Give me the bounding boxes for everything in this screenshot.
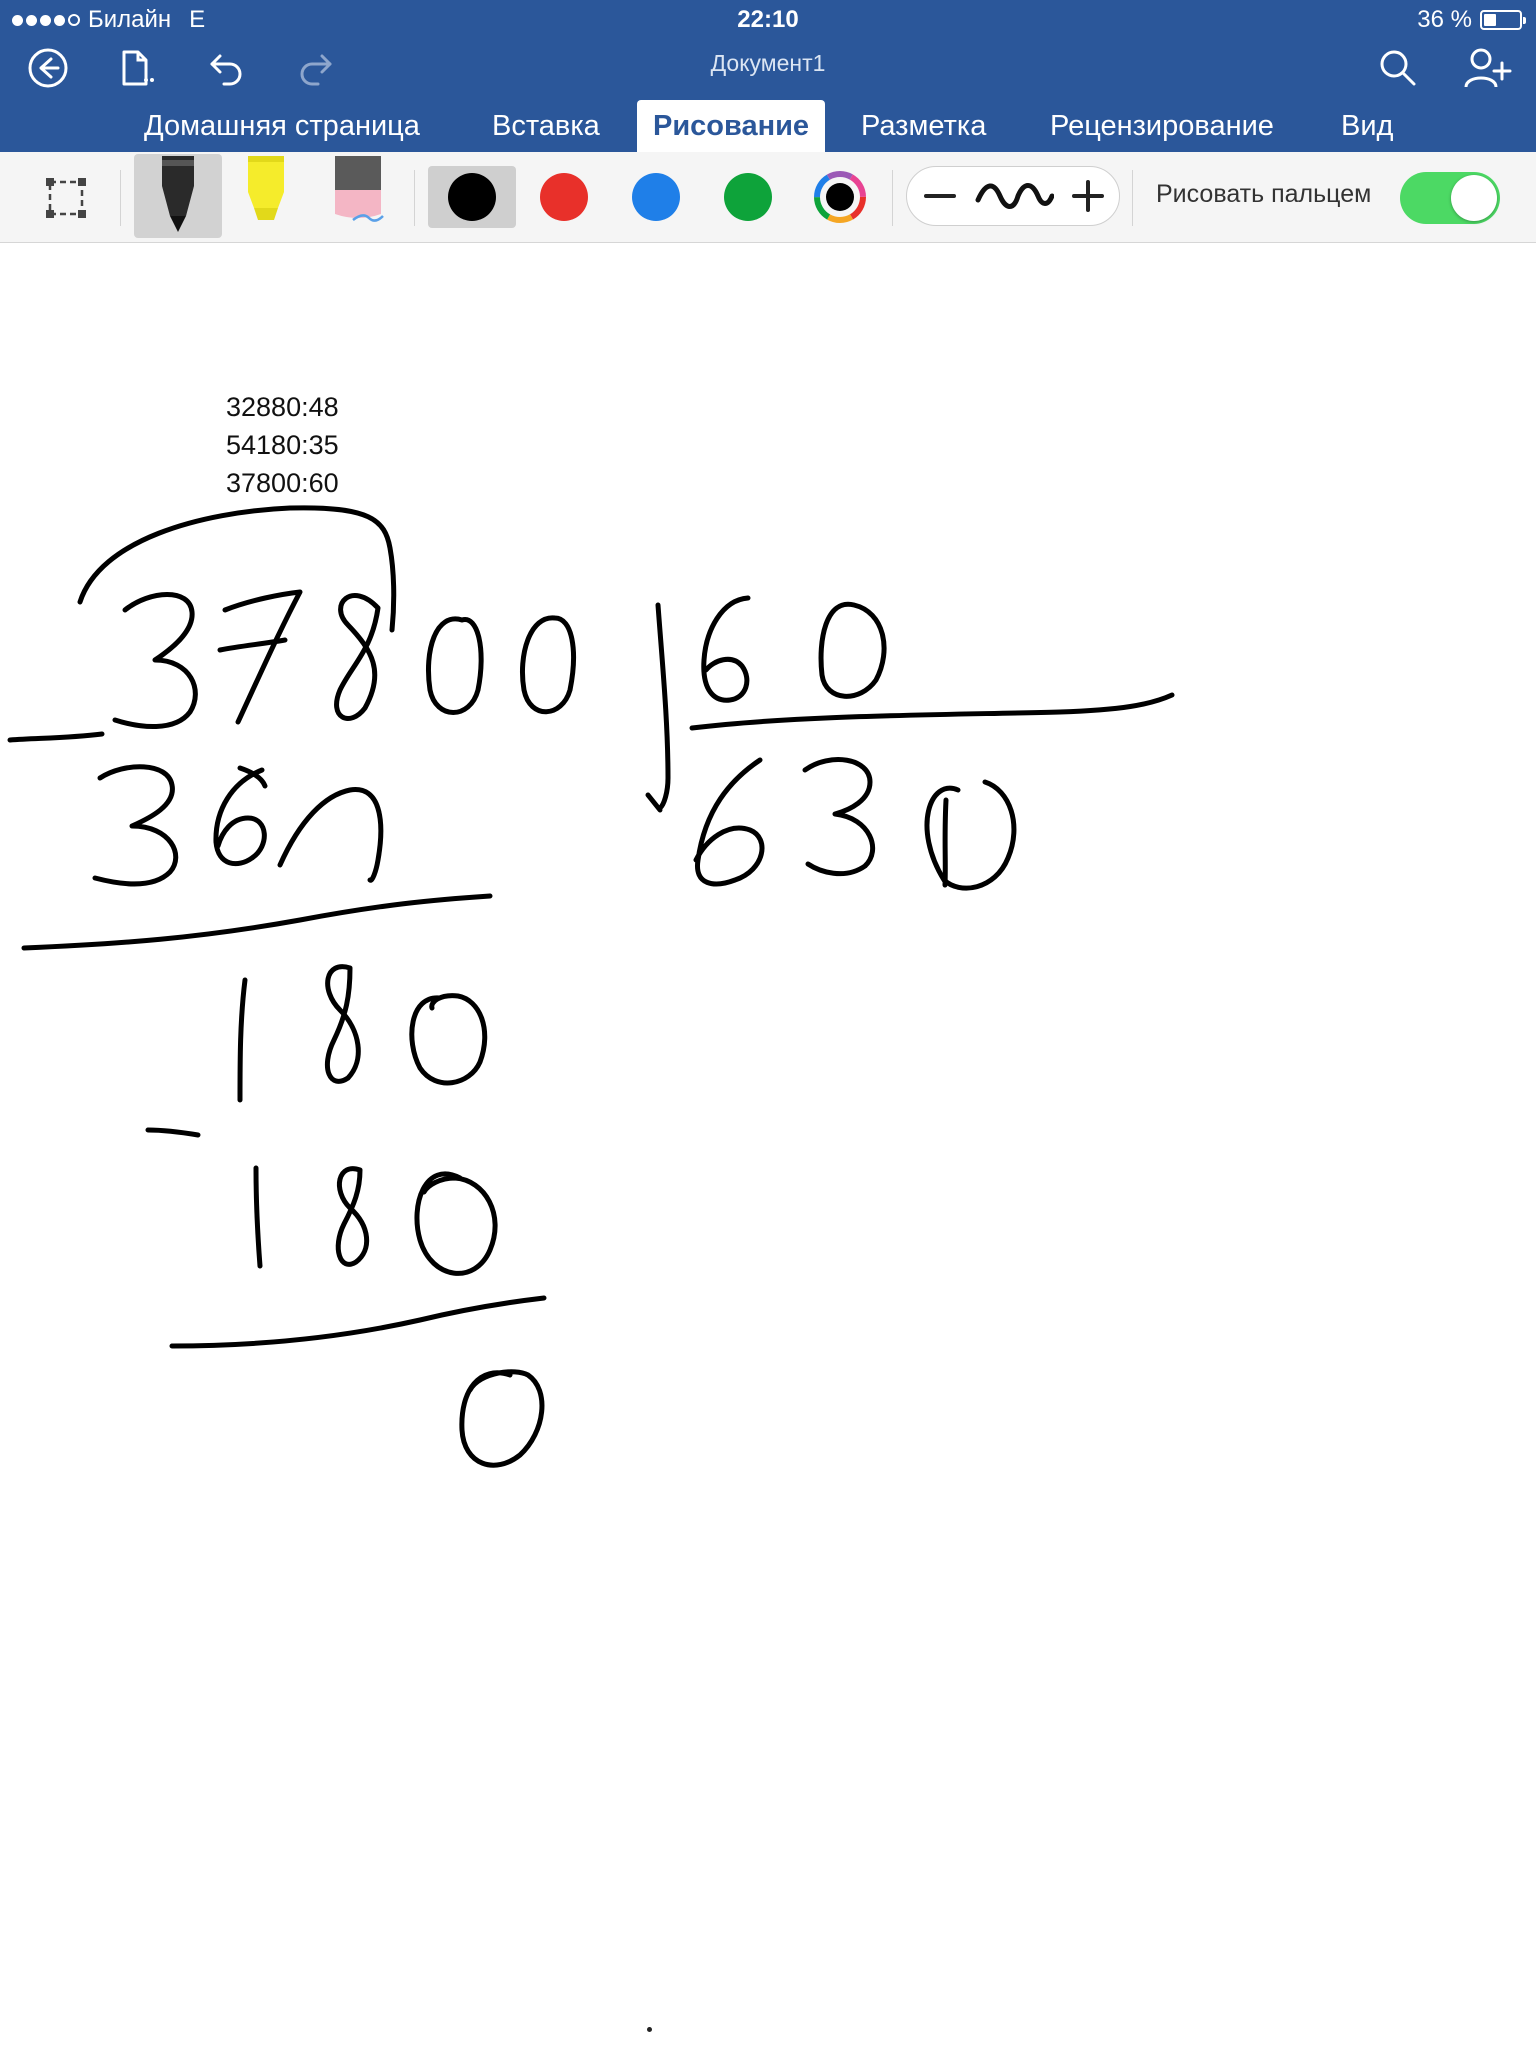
black-swatch: [448, 173, 496, 221]
tab-layout[interactable]: Разметка: [845, 100, 1002, 152]
document-title: Документ1: [710, 50, 826, 76]
tab-review[interactable]: Рецензирование: [1034, 100, 1290, 152]
battery-icon: [1480, 10, 1526, 30]
color-blue-swatch[interactable]: [612, 166, 700, 228]
color-red-swatch[interactable]: [520, 166, 608, 228]
stray-ink-dot: [647, 2027, 652, 2032]
document-canvas[interactable]: 32880:48 54180:35 37800:60: [0, 243, 1536, 2048]
toggle-knob: [1451, 175, 1497, 221]
color-wheel-icon[interactable]: [796, 166, 884, 228]
lasso-select-icon[interactable]: [38, 172, 94, 224]
toolbar-separator: [1132, 170, 1133, 226]
draw-with-finger-toggle[interactable]: [1400, 172, 1500, 224]
status-right: 36 %: [1417, 6, 1526, 34]
tab-home[interactable]: Домашняя страница: [128, 100, 436, 152]
drawing-toolbar: Рисовать пальцем: [0, 152, 1536, 243]
plus-icon[interactable]: [1063, 171, 1113, 221]
tab-view[interactable]: Вид: [1325, 100, 1409, 152]
battery-percent: 36 %: [1417, 6, 1472, 33]
status-bar: Билайн E 22:10 36 %: [0, 0, 1536, 40]
color-black-swatch[interactable]: [428, 166, 516, 228]
minus-icon[interactable]: [915, 171, 965, 221]
pen-icon[interactable]: [134, 154, 222, 238]
share-person-icon[interactable]: [1460, 40, 1516, 96]
toolbar-separator: [120, 170, 121, 226]
status-time: 22:10: [737, 6, 799, 33]
highlighter-icon[interactable]: [230, 154, 302, 238]
blue-swatch: [632, 173, 680, 221]
tab-insert[interactable]: Вставка: [476, 100, 616, 152]
ribbon-tabs: Домашняя страница Вставка Рисование Разм…: [0, 100, 1536, 152]
color-green-swatch[interactable]: [704, 166, 792, 228]
eraser-icon[interactable]: [316, 154, 400, 238]
toolbar-separator: [892, 170, 893, 226]
thickness-control: [906, 166, 1120, 226]
red-swatch: [540, 173, 588, 221]
handwritten-long-division: [7, 505, 1175, 1468]
toolbar-separator: [414, 170, 415, 226]
tab-draw[interactable]: Рисование: [637, 100, 826, 152]
stroke-preview-icon: [969, 171, 1059, 221]
green-swatch: [724, 173, 772, 221]
search-icon[interactable]: [1370, 40, 1426, 96]
app-header: Билайн E 22:10 36 % Документ1 Домашняя с…: [0, 0, 1536, 152]
draw-with-finger-label: Рисовать пальцем: [1156, 180, 1372, 208]
